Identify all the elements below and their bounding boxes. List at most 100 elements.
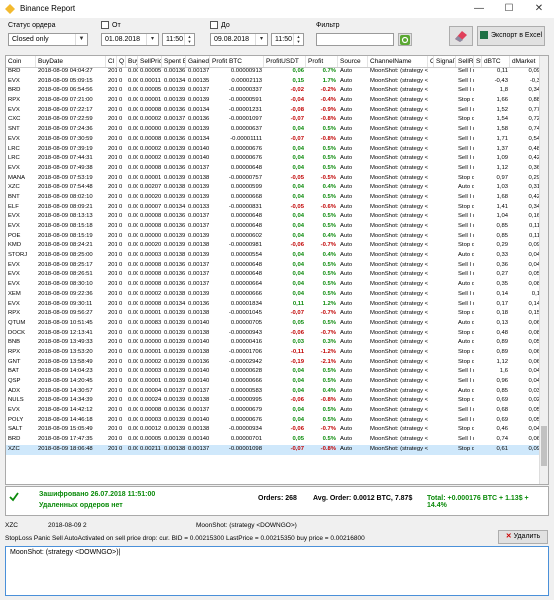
table-cell: -0.00001706 [228,348,262,355]
table-cell: MoonShot: (strategy <DOWNGO>) [370,261,428,268]
maximize-button[interactable]: ☐ [494,0,524,18]
table-cell: BNB [8,339,21,346]
table-cell: 0.4% [322,252,336,259]
header-gained[interactable]: Gained BTC [186,56,210,67]
table-cell: 0.00002 [140,155,162,162]
table-row[interactable]: QSP 2018-08-09 14:20:45 2018-08-09 ...0 0.0… [6,377,542,387]
table-row[interactable]: RPX 2018-08-09 07:21:00 2018-08-09 ...0 0.0… [6,96,542,106]
header-channel[interactable]: ChannelName [368,56,428,67]
table-cell: -0.00000943 [228,329,262,336]
spinner-icon[interactable]: ▲ ▼ [293,34,303,45]
table-cell: 0.5% [322,155,336,162]
table-row[interactable]: EVX 2018-08-09 08:26:51 2018-08-09 ...0 0.0… [6,270,542,280]
header-profit-usdt[interactable]: ProfitUSDT [264,56,306,67]
table-row[interactable]: BRD 2018-08-09 17:47:35 2018-08-09 ...0 0.0… [6,435,542,445]
table-row[interactable]: EVX 2018-08-09 08:30:10 2018-08-09 ...0 0.0… [6,280,542,290]
table-row[interactable]: EVX 2018-08-09 05:09:15 2018-08-09 ...0 0.0… [6,77,542,87]
header-buydate[interactable]: BuyDate [36,56,106,67]
scrollbar-thumb[interactable] [541,426,547,466]
header-signal[interactable]: SignalT [434,56,456,67]
spinner-icon[interactable]: ▲ ▼ [184,34,194,45]
table-cell [474,358,482,368]
export-excel-button[interactable]: Экспорт в Excel [477,26,545,46]
table-row[interactable]: LRC 2018-08-09 07:44:31 2018-08-09 ...0 0.0… [6,154,542,164]
from-checkbox[interactable] [101,21,109,29]
table-row[interactable]: MANA 2018-08-09 07:53:19 2018-08-09 ...0 0.… [6,174,542,184]
table-row[interactable]: ELF 2018-08-09 08:09:21 2018-08-09 ...0 0.0… [6,203,542,213]
clear-button[interactable] [449,26,473,46]
header-str[interactable]: Str [474,56,482,67]
table-row[interactable]: SNT 2018-08-09 07:24:36 2018-08-09 ...0 0.0… [6,125,542,135]
table-row[interactable]: BRD 2018-08-09 04:04:27 2018-08-09 ...0 0.0… [6,67,542,77]
minimize-button[interactable]: — [464,0,494,18]
calendar-icon[interactable]: ▾ [255,34,267,45]
to-time-input[interactable]: 11:50 ▲ ▼ [271,33,304,46]
table-row[interactable]: STORJ2018-08-09 08:25:002018-08-09 ...00… [6,251,542,261]
status-select[interactable]: Closed only ▼ [8,33,88,46]
table-row[interactable]: BAT 2018-08-09 14:04:23 2018-08-09 ...0 0.0… [6,367,542,377]
delete-button[interactable]: ✕ Удалить [498,530,548,544]
header-source[interactable]: Source [338,56,368,67]
comment-textarea[interactable]: MoonShot: (strategy <DOWNGO>)| [5,546,549,596]
orders-table[interactable]: Coin BuyDate Cl Q BuyP SellPrice Spent B… [5,55,549,485]
table-row[interactable]: EVX 2018-08-09 14:42:12 2018-08-09 ...0 0.0… [6,406,542,416]
table-row[interactable]: BNB 2018-08-09 13:49:33 2018-08-09 ...0 0.0… [6,338,542,348]
header-spent[interactable]: Spent BTC [162,56,186,67]
table-cell: 0,29 [528,174,540,181]
header-close[interactable]: Cl [106,56,117,67]
from-date-input[interactable]: 01.08.2018 ▾ [101,33,159,46]
close-button[interactable]: ✕ [524,0,554,18]
table-cell: 0.00000668 [230,193,262,200]
calendar-icon[interactable]: ▾ [146,34,158,45]
table-cell: 0.00003 [140,416,162,423]
table-cell: -0.00000995 [228,397,262,404]
table-cell [434,86,456,96]
table-row[interactable]: EVX 2018-08-09 07:49:38 2018-08-09 ...0 0.0… [6,164,542,174]
table-row[interactable]: CXC 2018-08-09 07:22:59 2018-08-09 ...0 0.0… [6,115,542,125]
table-row[interactable]: ADX 2018-08-09 14:30:57 2018-08-09 ...0 0.0… [6,387,542,397]
table-row[interactable]: EVX 2018-08-09 07:30:59 2018-08-09 ...0 0.0… [6,135,542,145]
table-row[interactable]: LRC 2018-08-09 07:39:19 2018-08-09 ...0 0.0… [6,145,542,155]
table-cell: 2018-08-09 ... [108,203,117,210]
header-dmarket[interactable]: dMarket [510,56,542,67]
table-row[interactable]: BNT 2018-08-09 08:02:10 2018-08-09 ...0 0.0… [6,193,542,203]
table-row[interactable]: EVX 2018-08-09 08:15:18 2018-08-09 ...0 0.0… [6,222,542,232]
table-row[interactable]: NULS 2018-08-09 14:34:39 2018-08-09 ...0 0.… [6,396,542,406]
header-profit[interactable]: Profit [306,56,338,67]
header-buyprice[interactable]: BuyP [126,56,138,67]
table-row[interactable]: POLY 2018-08-09 14:46:18 2018-08-09 ...0 0.… [6,416,542,426]
filter-input[interactable] [316,33,394,46]
table-row[interactable]: POE 2018-08-09 08:15:19 2018-08-09 ...0 0.0… [6,232,542,242]
delete-label: Удалить [513,533,541,540]
table-row[interactable]: SALT 2018-08-09 15:05:49 2018-08-09 ...0 0.… [6,425,542,435]
table-row[interactable]: KMD 2018-08-09 08:24:21 2018-08-09 ...0 0.0… [6,241,542,251]
table-row[interactable]: XZC 2018-08-09 07:54:48 2018-08-09 ...0 0.0… [6,183,542,193]
table-row[interactable]: EVX 2018-08-09 07:22:17 2018-08-09 ...0 0.0… [6,106,542,116]
header-sellreason[interactable]: SellR [456,56,474,67]
table-row[interactable]: GNT 2018-08-09 13:58:49 2018-08-09 ...0 0.0… [6,358,542,368]
table-cell [474,154,482,164]
from-time-input[interactable]: 11:50 ▲ ▼ [162,33,195,46]
refresh-button[interactable] [398,33,412,46]
table-row[interactable]: EVX 2018-08-09 08:25:17 2018-08-09 ...0 0.0… [6,261,542,271]
table-row[interactable]: XZC 2018-08-09 18:06:48 2018-08-09 ...0 0.0… [6,444,542,455]
table-row[interactable]: DOCK 2018-08-09 12:13:41 2018-08-09 ...0 0.… [6,329,542,339]
table-row[interactable]: RPX 2018-08-09 09:56:27 2018-08-09 ...0 0.0… [6,309,542,319]
header-profit-btc[interactable]: Profit BTC [210,56,264,67]
table-row[interactable]: XEM 2018-08-09 09:22:36 2018-08-09 ...0 0.0… [6,290,542,300]
header-coin[interactable]: Coin [6,56,36,67]
table-row[interactable]: EVX 2018-08-09 08:13:13 2018-08-09 ...0 0.0… [6,212,542,222]
table-row[interactable]: QTUM 2018-08-09 10:51:45 2018-08-09 ...0 0.… [6,319,542,329]
vertical-scrollbar[interactable] [539,56,548,484]
table-row[interactable]: EVX 2018-08-09 09:30:11 2018-08-09 ...0 0.0… [6,300,542,310]
table-row[interactable]: BRD 2018-08-09 06:54:56 2018-08-09 ...0 0.0… [6,86,542,96]
header-dbtc[interactable]: dBTC [482,56,510,67]
header-qty[interactable]: Q [117,56,126,67]
table-row[interactable]: RPX 2018-08-09 13:53:20 2018-08-09 ...0 0.0… [6,348,542,358]
to-checkbox[interactable] [210,21,218,29]
table-cell: -0.00001045 [228,310,262,317]
header-sellprice[interactable]: SellPrice [138,56,162,67]
chevron-down-icon[interactable]: ▼ [75,34,87,45]
to-date-input[interactable]: 09.08.2018 ▾ [210,33,268,46]
from-time-value: 11:50 [166,36,183,43]
